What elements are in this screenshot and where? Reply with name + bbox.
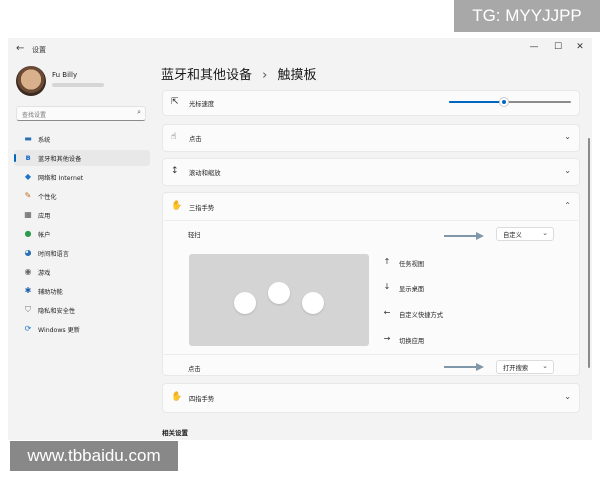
profile-email-redacted <box>52 83 104 87</box>
tap-gesture-label: 点击 <box>188 366 201 373</box>
back-arrow-icon[interactable]: ← <box>16 43 24 54</box>
globe-clock-icon: ◕ <box>24 248 32 257</box>
tap-dropdown-value: 打开搜索 <box>503 365 529 372</box>
related-settings-heading: 相关设置 <box>162 429 188 437</box>
bluetooth-icon: ʙ <box>25 153 31 162</box>
sidebar-item-label: 辅助功能 <box>38 289 63 296</box>
scroll-icon: ↕ <box>171 166 179 176</box>
gesture-up-label: 任务视图 <box>399 261 425 268</box>
breadcrumb-current: 触摸板 <box>277 68 317 83</box>
monitor-icon: ▬ <box>24 134 32 143</box>
tap-dropdown[interactable]: 打开搜索 ⌄ <box>496 360 554 374</box>
arrow-up-icon: ↑ <box>383 257 391 266</box>
sidebar-item-gaming[interactable]: ◉ 游戏 <box>14 264 150 280</box>
active-indicator <box>14 154 16 162</box>
sidebar-item-apps[interactable]: ▦ 应用 <box>14 207 150 223</box>
gesture-illustration <box>189 254 369 346</box>
profile-name: Fu Billy <box>52 71 78 79</box>
scrollbar[interactable] <box>588 138 590 368</box>
sidebar-item-privacy[interactable]: ⛉ 隐私和安全性 <box>14 302 150 318</box>
gesture-down-label: 显示桌面 <box>399 286 425 293</box>
swipe-dropdown-value: 自定义 <box>503 232 522 239</box>
finger-circle <box>234 292 256 314</box>
sidebar-item-bluetooth[interactable]: ʙ 蓝牙和其他设备 <box>14 150 150 166</box>
shield-icon: ⛉ <box>25 305 31 314</box>
four-finger-card[interactable]: ✋ 四指手势 ⌄ <box>162 383 580 413</box>
tap-label: 点击 <box>189 136 202 143</box>
sidebar-item-label: 隐私和安全性 <box>38 308 76 315</box>
scroll-zoom-card[interactable]: ↕ 滚动和缩放 ⌄ <box>162 158 580 186</box>
swipe-dropdown[interactable]: 自定义 ⌄ <box>496 227 554 241</box>
three-finger-label: 三指手势 <box>189 205 215 212</box>
finger-circle <box>268 282 290 304</box>
chevron-down-icon: ⌄ <box>564 392 571 401</box>
sidebar-item-accounts[interactable]: ● 帐户 <box>14 226 150 242</box>
arrow-left-icon: ← <box>383 308 391 317</box>
sidebar-item-label: 蓝牙和其他设备 <box>38 156 82 163</box>
arrow-down-icon: ↓ <box>383 282 391 291</box>
sidebar-item-label: 帐户 <box>38 232 51 239</box>
accessibility-icon: ✱ <box>24 286 32 295</box>
arrow-right-icon: → <box>383 334 391 343</box>
cursor-icon: ⇱ <box>171 97 179 107</box>
divider <box>162 220 578 221</box>
sidebar-item-windows-update[interactable]: ⟳ Windows 更新 <box>14 321 150 337</box>
sidebar-item-network[interactable]: ◆ 网络和 Internet <box>14 169 150 185</box>
sidebar-item-label: Windows 更新 <box>38 327 80 334</box>
window-title: 设置 <box>32 46 46 54</box>
apps-icon: ▦ <box>24 210 32 219</box>
sidebar-item-accessibility[interactable]: ✱ 辅助功能 <box>14 283 150 299</box>
watermark-top: TG: MYYJJPP <box>454 0 600 32</box>
slider-fill <box>449 101 504 103</box>
search-input[interactable]: 查找设置 ⌕ <box>16 106 146 121</box>
cursor-speed-slider[interactable] <box>449 98 571 106</box>
breadcrumb-parent[interactable]: 蓝牙和其他设备 <box>161 68 252 83</box>
tap-hand-icon: ☝ <box>171 132 177 142</box>
chevron-up-icon[interactable]: ⌃ <box>564 201 571 210</box>
sidebar-item-label: 网络和 Internet <box>38 175 84 182</box>
sidebar-item-label: 游戏 <box>38 270 51 277</box>
search-placeholder: 查找设置 <box>22 112 47 119</box>
four-finger-label: 四指手势 <box>189 396 215 403</box>
gamepad-icon: ◉ <box>24 267 32 276</box>
cursor-speed-label: 光标速度 <box>189 101 215 108</box>
watermark-bottom: www.tbbaidu.com <box>10 441 178 471</box>
slider-thumb[interactable] <box>499 98 508 106</box>
sidebar-item-label: 系统 <box>38 137 51 144</box>
finger-circle <box>302 292 324 314</box>
three-finger-hand-icon: ✋ <box>171 201 183 211</box>
swipe-label: 轻扫 <box>188 232 201 239</box>
sidebar-item-personalization[interactable]: ✎ 个性化 <box>14 188 150 204</box>
sidebar-item-label: 应用 <box>38 213 51 220</box>
page-title: 蓝牙和其他设备 › 触摸板 <box>161 64 317 83</box>
chevron-down-icon: ⌄ <box>564 166 571 175</box>
wifi-icon: ◆ <box>24 172 32 181</box>
minimize-button[interactable]: — <box>527 42 541 52</box>
breadcrumb-separator: › <box>262 68 268 83</box>
gesture-left-label: 自定义快捷方式 <box>399 312 444 319</box>
sidebar-item-system[interactable]: ▬ 系统 <box>14 131 150 147</box>
chevron-down-icon: ⌄ <box>542 229 548 237</box>
avatar[interactable] <box>16 66 46 96</box>
tap-card[interactable]: ☝ 点击 ⌄ <box>162 124 580 152</box>
search-icon: ⌕ <box>137 108 141 116</box>
chevron-down-icon: ⌄ <box>564 132 571 141</box>
update-icon: ⟳ <box>24 324 32 333</box>
settings-window: ← 设置 — ☐ ✕ Fu Billy 查找设置 ⌕ ▬ 系统 ʙ 蓝牙和其他设… <box>8 38 592 440</box>
maximize-button[interactable]: ☐ <box>551 42 565 52</box>
sidebar-item-label: 个性化 <box>38 194 57 201</box>
close-button[interactable]: ✕ <box>573 42 587 52</box>
scroll-zoom-label: 滚动和缩放 <box>189 170 221 177</box>
sidebar-item-time-language[interactable]: ◕ 时间和语言 <box>14 245 150 261</box>
gesture-right-label: 切换应用 <box>399 338 425 345</box>
divider <box>162 354 578 355</box>
cursor-speed-card: ⇱ 光标速度 <box>162 90 580 116</box>
chevron-down-icon: ⌄ <box>542 362 548 370</box>
sidebar-item-label: 时间和语言 <box>38 251 69 258</box>
person-icon: ● <box>24 229 32 238</box>
four-finger-hand-icon: ✋ <box>171 392 183 402</box>
title-bar: ← 设置 — ☐ ✕ <box>8 38 592 60</box>
brush-icon: ✎ <box>24 191 32 200</box>
